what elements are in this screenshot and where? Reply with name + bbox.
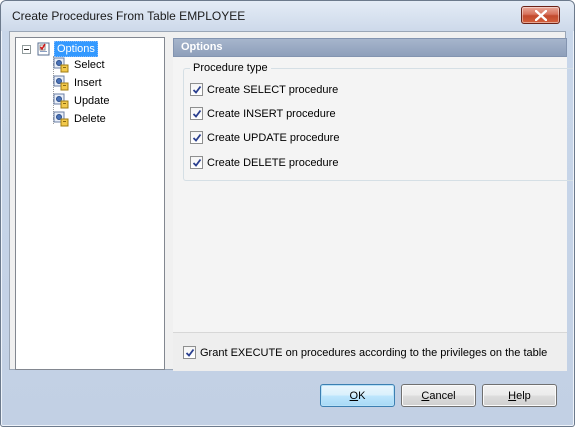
- window-title: Create Procedures From Table EMPLOYEE: [12, 9, 246, 23]
- tree-node-insert[interactable]: Insert: [53, 74, 105, 92]
- tree-node-update[interactable]: Update: [53, 92, 112, 110]
- mnemonic: O: [349, 389, 359, 402]
- mnemonic: H: [508, 389, 517, 402]
- procedure-gear-icon: [53, 93, 69, 109]
- checkbox-label: Create SELECT procedure: [207, 83, 339, 96]
- label-rest: ancel: [429, 389, 456, 402]
- checkmark-icon: [192, 133, 202, 142]
- checkbox-label: Create UPDATE procedure: [207, 131, 340, 144]
- checkbox-box[interactable]: [190, 107, 203, 120]
- procedure-type-group: Procedure type Create SELECT procedure C…: [183, 62, 573, 181]
- checkmark-icon: [192, 158, 202, 167]
- close-button[interactable]: [521, 6, 560, 24]
- panel-header: Options: [173, 38, 567, 57]
- create-insert-checkbox[interactable]: Create INSERT procedure: [190, 107, 336, 120]
- dialog-window: Create Procedures From Table EMPLOYEE Op…: [0, 0, 575, 427]
- procedure-gear-icon: [53, 111, 69, 127]
- label-rest: elp: [516, 389, 531, 402]
- tree-node-select[interactable]: Select: [53, 56, 108, 74]
- procedure-gear-icon: [53, 75, 69, 91]
- checkmark-icon: [192, 85, 202, 94]
- label-rest: K: [358, 389, 366, 402]
- checkmark-icon: [192, 109, 202, 118]
- options-checklist-icon: [36, 41, 52, 57]
- procedure-gear-icon: [53, 57, 69, 73]
- checkmark-icon: [185, 348, 195, 357]
- options-tree[interactable]: Options Select Insert Update Delete: [15, 37, 165, 370]
- create-update-checkbox[interactable]: Create UPDATE procedure: [190, 131, 339, 144]
- help-button[interactable]: Help: [482, 384, 557, 407]
- checkbox-label: Grant EXECUTE on procedures according to…: [200, 346, 548, 359]
- tree-node-label: Update: [74, 95, 110, 107]
- grant-area: Grant EXECUTE on procedures according to…: [173, 332, 567, 371]
- group-caption: Procedure type: [190, 62, 271, 74]
- tree-node-label: Insert: [74, 77, 102, 89]
- cancel-button[interactable]: Cancel: [401, 384, 476, 407]
- create-delete-checkbox[interactable]: Create DELETE procedure: [190, 156, 338, 169]
- options-panel: Procedure type Create SELECT procedure C…: [173, 57, 573, 332]
- close-icon: [535, 10, 547, 21]
- ok-button[interactable]: OK: [320, 384, 395, 407]
- tree-node-label: Options: [54, 41, 98, 57]
- checkbox-box[interactable]: [190, 83, 203, 96]
- dialog-client-area: Options Select Insert Update Delete Opti…: [9, 31, 573, 371]
- tree-node-label: Select: [74, 59, 105, 71]
- button-label: Cancel: [421, 390, 455, 402]
- tree-node-label: Delete: [74, 113, 106, 125]
- tree-node-delete[interactable]: Delete: [53, 110, 109, 128]
- checkbox-box[interactable]: [190, 156, 203, 169]
- collapse-toggle[interactable]: [22, 45, 31, 54]
- checkbox-box[interactable]: [183, 346, 196, 359]
- button-label: OK: [350, 390, 366, 402]
- checkbox-box[interactable]: [190, 131, 203, 144]
- checkbox-label: Create INSERT procedure: [207, 107, 336, 120]
- panel-title: Options: [181, 41, 223, 53]
- title-bar[interactable]: Create Procedures From Table EMPLOYEE: [1, 1, 574, 31]
- create-select-checkbox[interactable]: Create SELECT procedure: [190, 83, 338, 96]
- checkbox-label: Create DELETE procedure: [207, 156, 339, 169]
- grant-execute-checkbox[interactable]: Grant EXECUTE on procedures according to…: [183, 346, 547, 359]
- button-label: Help: [508, 390, 531, 402]
